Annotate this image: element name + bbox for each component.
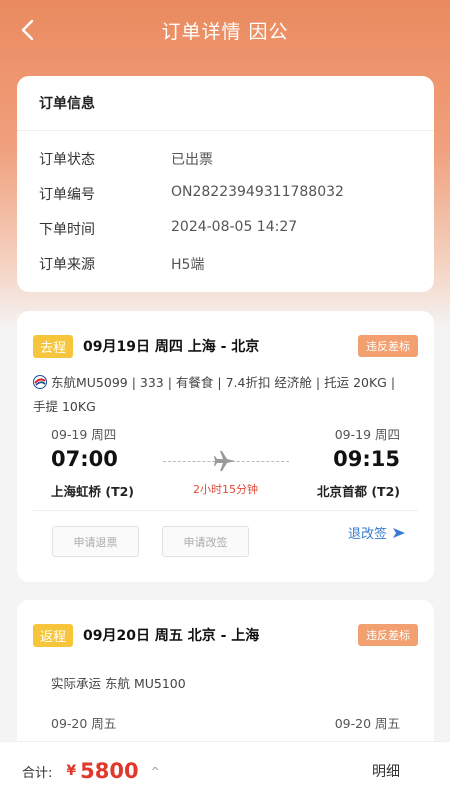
return-tag: 返程 — [33, 623, 74, 647]
apply-change-button[interactable]: 申请改签 — [162, 526, 249, 557]
return-arrival-date: 09-20 周五 — [334, 716, 400, 731]
expand-caret-icon[interactable]: ^ — [151, 765, 160, 778]
arrival-date: 09-19 周四 — [334, 427, 400, 442]
violation-badge[interactable]: 违反差标 — [358, 335, 418, 357]
order-number-row: 订单编号 ON28223949311788032 — [39, 184, 412, 204]
outbound-trip-card: 去程 09月19日 周四 上海 - 北京 违反差标 东航MU5099 | 333… — [17, 311, 434, 582]
actual-carrier: 实际承运 东航 MU5100 — [51, 676, 186, 691]
order-source-label: 订单来源 — [39, 257, 95, 273]
apply-refund-button[interactable]: 申请退票 — [52, 526, 139, 557]
outbound-tag: 去程 — [33, 334, 74, 358]
bottom-bar: 合计: ¥ 5800 ^ 明细 — [0, 741, 450, 800]
airline-logo-icon — [33, 375, 47, 389]
violation-badge[interactable]: 违反差标 — [358, 624, 418, 646]
return-departure-date: 09-20 周五 — [51, 716, 117, 731]
flight-duration: 2小时15分钟 — [193, 483, 258, 496]
divider — [33, 510, 418, 511]
airplane-icon — [214, 451, 235, 471]
outbound-trip-title: 09月19日 周四 上海 - 北京 — [83, 339, 260, 355]
currency-symbol: ¥ — [66, 763, 77, 779]
flight-info-line2: 手提 10KG — [33, 399, 96, 414]
order-status-row: 订单状态 已出票 — [39, 149, 412, 169]
nav-bar: 订单详情 因公 — [0, 0, 450, 60]
order-source-row: 订单来源 H5端 — [39, 254, 412, 274]
flight-info-line1: 东航MU5099 | 333 | 有餐食 | 7.4折扣 经济舱 | 托运 20… — [51, 375, 396, 390]
return-trip-title: 09月20日 周五 北京 - 上海 — [83, 628, 260, 644]
send-arrow-icon — [393, 527, 405, 538]
detail-button[interactable]: 明细 — [372, 761, 400, 781]
order-info-card: 订单信息 订单状态 已出票 订单编号 ON28223949311788032 下… — [17, 76, 434, 292]
order-info-title: 订单信息 — [17, 76, 434, 131]
order-time-value: 2024-08-05 14:27 — [171, 219, 298, 235]
departure-date: 09-19 周四 — [51, 427, 117, 442]
total-label: 合计: — [22, 765, 53, 781]
total-price: 5800 — [80, 759, 139, 783]
refund-change-rules-link[interactable]: 退改签 — [348, 523, 406, 542]
return-trip-header: 返程 09月20日 周五 北京 - 上海 违反差标 — [33, 623, 418, 647]
order-source-value: H5端 — [171, 257, 205, 273]
order-number-label: 订单编号 — [39, 187, 95, 203]
order-time-row: 下单时间 2024-08-05 14:27 — [39, 219, 412, 239]
order-time-label: 下单时间 — [39, 222, 95, 238]
departure-time: 07:00 — [51, 447, 118, 471]
arrival-time: 09:15 — [333, 447, 400, 471]
page-title: 订单详情 因公 — [161, 20, 289, 43]
order-status-value: 已出票 — [171, 152, 213, 168]
rules-link-label: 退改签 — [347, 527, 387, 542]
chevron-left-icon — [21, 19, 34, 41]
flight-info: 东航MU5099 | 333 | 有餐食 | 7.4折扣 经济舱 | 托运 20… — [33, 371, 418, 419]
order-status-label: 订单状态 — [39, 152, 95, 168]
outbound-trip-header: 去程 09月19日 周四 上海 - 北京 违反差标 — [33, 334, 418, 358]
back-button[interactable] — [14, 16, 40, 44]
order-number-value: ON28223949311788032 — [171, 184, 344, 200]
